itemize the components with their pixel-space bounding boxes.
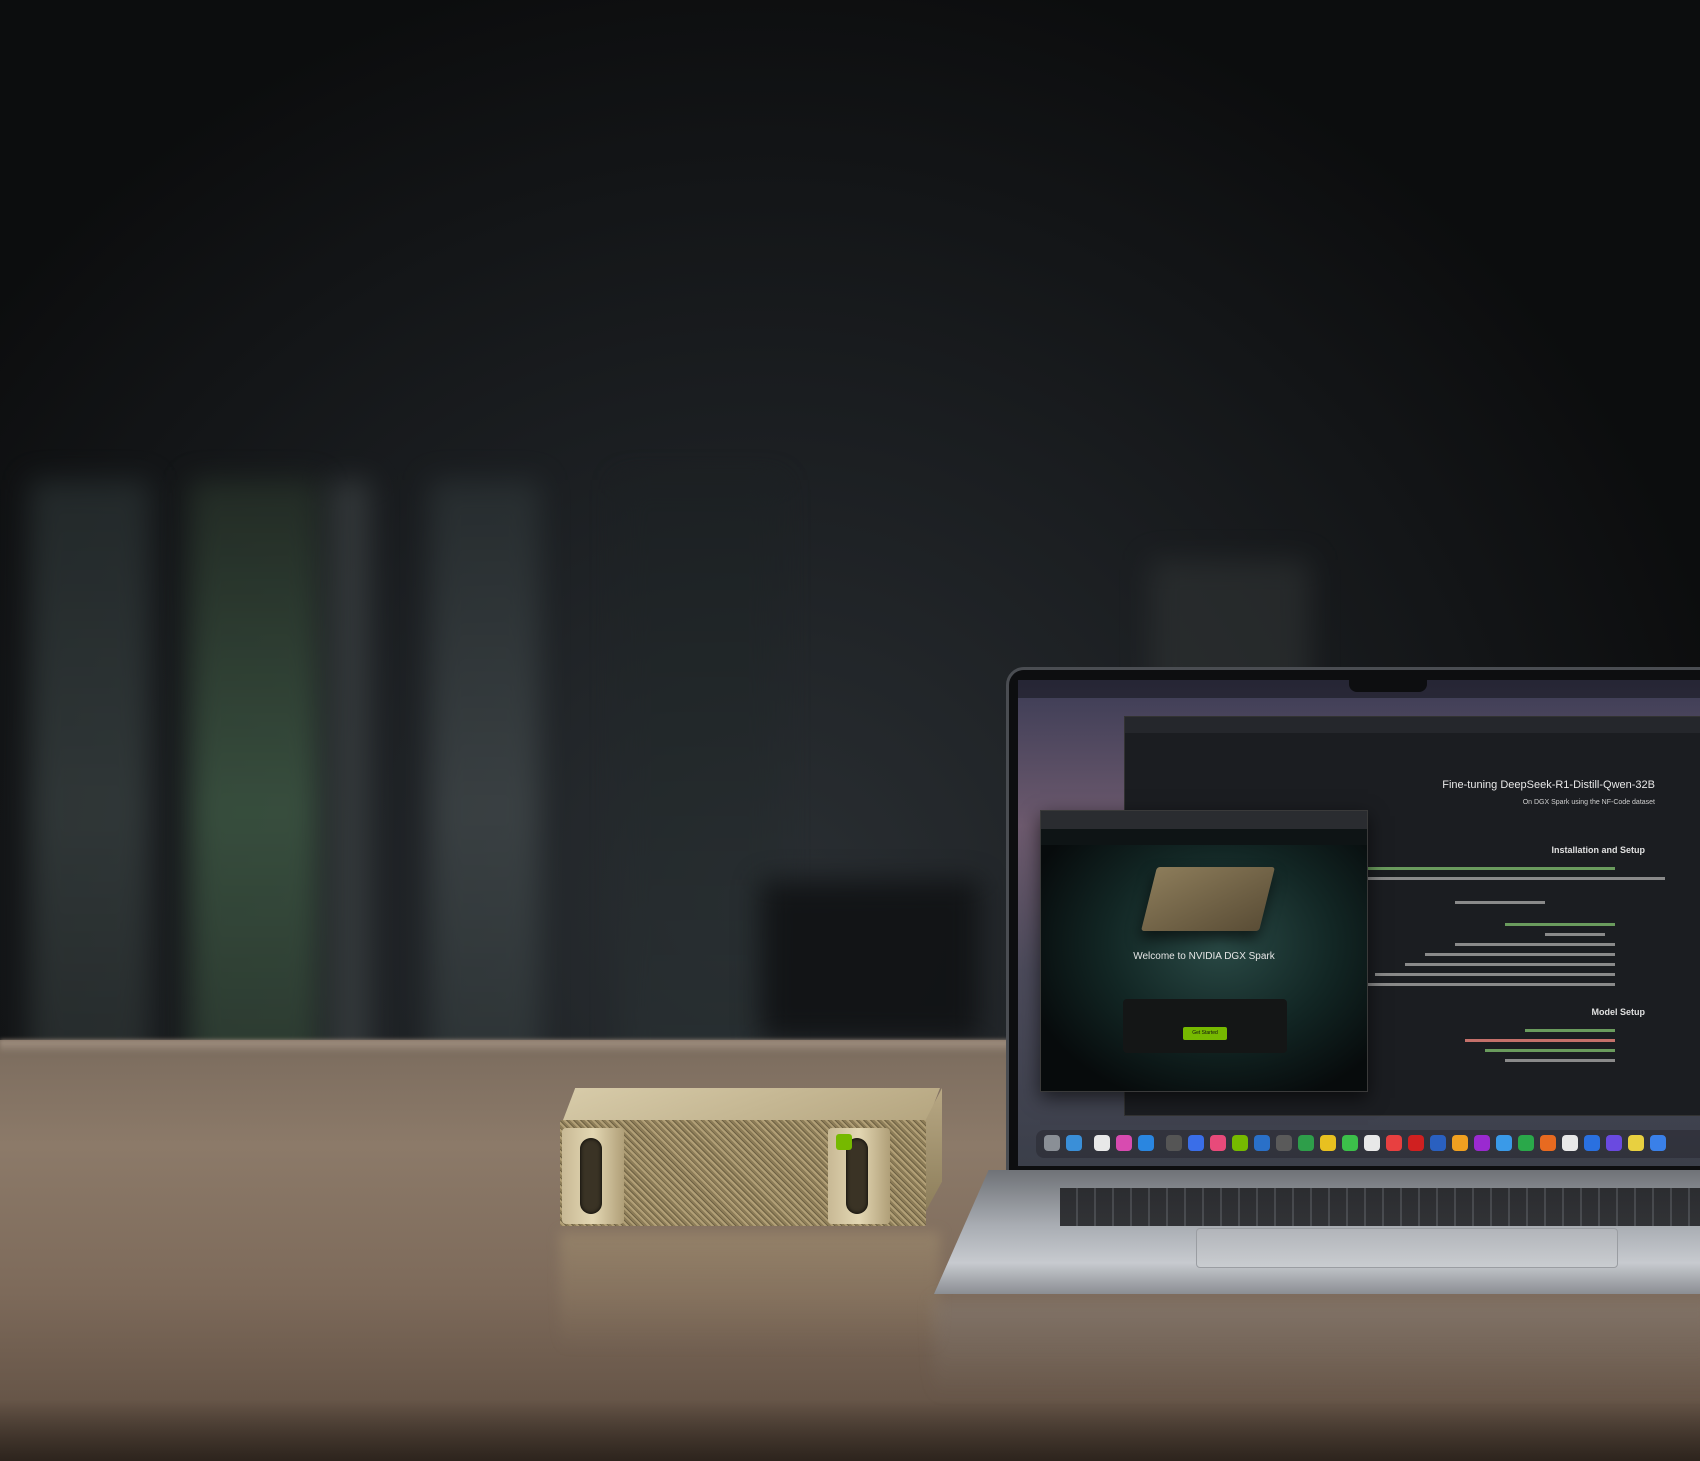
section-heading-install: Installation and Setup [1551,845,1645,855]
app-icon[interactable] [1254,1135,1270,1151]
app-icon[interactable] [1606,1135,1622,1151]
device-reflection [560,1232,940,1352]
section-heading-model: Model Setup [1591,1007,1646,1017]
laptop-trackpad [1196,1228,1618,1268]
code-line [1455,943,1615,946]
app-icon[interactable] [1518,1135,1534,1151]
handle-slot [580,1138,602,1214]
code-line [1455,901,1545,904]
laptop-keyboard [1060,1188,1700,1226]
welcome-panel: Get Started [1123,999,1287,1053]
app-icon[interactable] [1452,1135,1468,1151]
trash-icon[interactable] [1044,1135,1060,1151]
device-handle-left [562,1128,624,1224]
notebook-subtitle: On DGX Spark using the NF-Code dataset [1522,799,1655,806]
app-icon[interactable] [1650,1135,1666,1151]
dgx-spark-device [560,1088,942,1228]
code-line [1505,923,1615,926]
app-icon[interactable] [1320,1135,1336,1151]
app-icon[interactable] [1386,1135,1402,1151]
welcome-titlebar [1041,811,1367,829]
device-illustration [1141,867,1275,931]
code-line [1365,983,1615,986]
code-line [1405,963,1615,966]
messages-icon[interactable] [1342,1135,1358,1151]
dock [1036,1130,1700,1158]
welcome-body: Welcome to NVIDIA DGX Spark Get Started [1041,845,1367,1091]
app-icon[interactable] [1094,1135,1110,1151]
app-store-icon[interactable] [1138,1135,1154,1151]
background-furniture [760,880,980,1040]
code-line [1545,933,1605,936]
floor-shadow [0,1400,1700,1461]
photo-scene: Fine-tuning DeepSeek-R1-Distill-Qwen-32B… [0,0,1700,1461]
code-line [1365,867,1615,870]
app-icon[interactable] [1474,1135,1490,1151]
photos-icon[interactable] [1116,1135,1132,1151]
code-line [1375,973,1615,976]
app-icon[interactable] [1430,1135,1446,1151]
code-line [1525,1029,1615,1032]
nvidia-logo-icon [836,1134,852,1150]
app-icon[interactable] [1364,1135,1380,1151]
welcome-heading: Welcome to NVIDIA DGX Spark [1133,951,1275,962]
app-icon[interactable] [1584,1135,1600,1151]
music-icon[interactable] [1210,1135,1226,1151]
camera-notch [1349,672,1427,692]
app-icon[interactable] [1276,1135,1292,1151]
code-line [1425,953,1615,956]
code-line [1465,1039,1615,1042]
acrobat-icon[interactable] [1408,1135,1424,1151]
welcome-window: Welcome to NVIDIA DGX Spark Get Started [1040,810,1368,1092]
app-icon[interactable] [1562,1135,1578,1151]
code-line [1365,877,1665,880]
laptop-reflection [934,1300,1700,1400]
notebook-titlebar [1125,717,1700,733]
app-icon[interactable] [1188,1135,1204,1151]
code-line [1505,1059,1615,1062]
app-icon[interactable] [1298,1135,1314,1151]
app-icon[interactable] [1540,1135,1556,1151]
notebook-title: Fine-tuning DeepSeek-R1-Distill-Qwen-32B [1442,779,1655,791]
app-icon[interactable] [1232,1135,1248,1151]
finder-icon[interactable] [1066,1135,1082,1151]
app-icon[interactable] [1166,1135,1182,1151]
chrome-icon[interactable] [1628,1135,1644,1151]
laptop-screen: Fine-tuning DeepSeek-R1-Distill-Qwen-32B… [1018,680,1700,1166]
code-line [1485,1049,1615,1052]
app-icon[interactable] [1496,1135,1512,1151]
get-started-button[interactable]: Get Started [1183,1027,1227,1040]
